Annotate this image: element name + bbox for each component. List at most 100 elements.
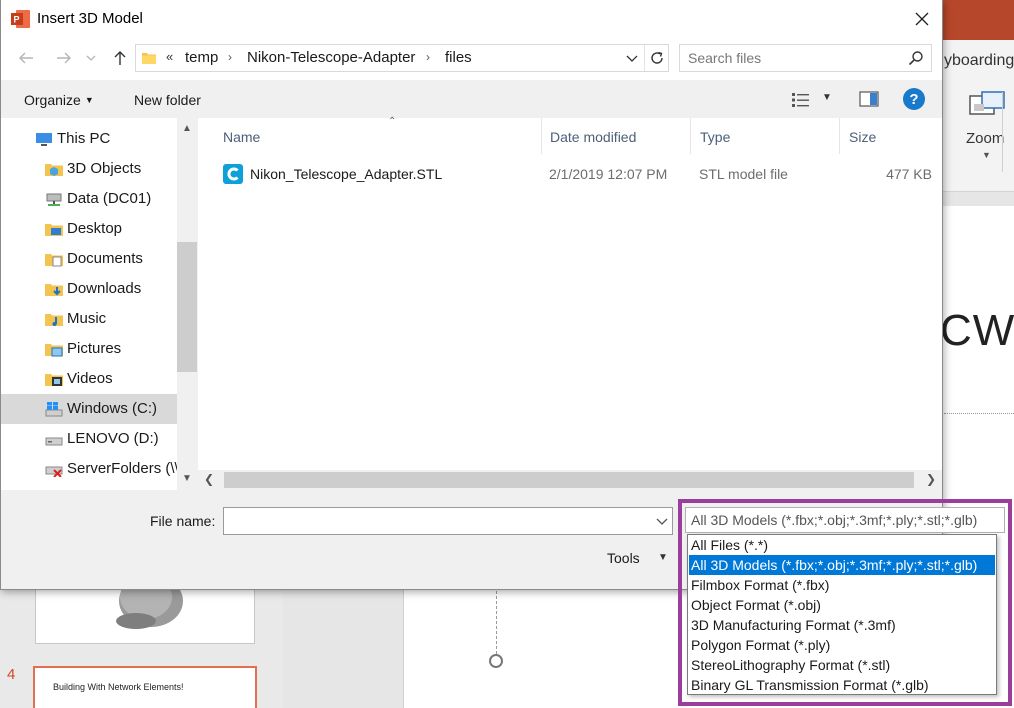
address-bar[interactable]: « temp › Nikon-Telescope-Adapter › files: [135, 44, 669, 72]
column-size-label: Size: [849, 129, 877, 145]
chevron-down-icon: [86, 55, 96, 61]
sidebar-item-music[interactable]: Music: [1, 304, 179, 334]
chevron-down-icon[interactable]: [656, 518, 668, 526]
zoom-chevron-down-icon: ▼: [982, 150, 991, 160]
tools-button[interactable]: Tools: [607, 550, 640, 566]
pictures-folder-icon: [45, 344, 63, 357]
filter-option[interactable]: StereoLithography Format (*.stl): [689, 655, 995, 675]
rotation-handle[interactable]: [489, 654, 503, 668]
arrow-left-icon: [19, 52, 33, 64]
refresh-icon: [650, 51, 663, 64]
tools-chevron-down-icon[interactable]: ▼: [658, 552, 668, 563]
sidebar-item-lenovo-d[interactable]: LENOVO (D:): [1, 424, 179, 454]
command-toolbar: Organize ▼ New folder ▼ ?: [1, 80, 942, 118]
navigation-pane[interactable]: This PC 3D Objects Data (DC01) Desktop Docum…: [1, 118, 197, 490]
sidebar-item-label: Videos: [67, 370, 113, 387]
breadcrumb-files[interactable]: files: [445, 49, 472, 66]
sidebar-item-videos[interactable]: Videos: [1, 364, 179, 394]
filter-option[interactable]: 3D Manufacturing Format (*.3mf): [689, 615, 995, 635]
column-header-type[interactable]: Type: [691, 118, 840, 154]
sidebar-item-3d-objects[interactable]: 3D Objects: [1, 154, 179, 184]
sidebar-item-serverfolders[interactable]: ServerFolders (\\: [1, 454, 179, 484]
zoom-icon: [969, 91, 1005, 115]
slide-placeholder-border: [944, 413, 1014, 414]
sidebar-item-label: Downloads: [67, 280, 142, 297]
file-type-filter-list[interactable]: All Files (*.*) All 3D Models (*.fbx;*.ob…: [687, 534, 997, 695]
scroll-left-arrow-icon[interactable]: ❮: [204, 472, 214, 486]
ppt-ribbon-tab-storyboarding[interactable]: yboarding: [944, 52, 1014, 70]
breadcrumb-nikon-telescope-adapter[interactable]: Nikon-Telescope-Adapter: [247, 49, 415, 66]
help-icon[interactable]: ?: [903, 88, 925, 110]
filter-option[interactable]: All 3D Models (*.fbx;*.obj;*.3mf;*.ply;*…: [689, 555, 995, 575]
file-name-input[interactable]: [228, 512, 648, 530]
organize-button[interactable]: Organize ▼: [24, 92, 94, 108]
dialog-title: Insert 3D Model: [37, 10, 143, 27]
close-button[interactable]: [899, 0, 942, 38]
breadcrumb-separator-icon[interactable]: ›: [426, 50, 430, 64]
downloads-folder-icon: [45, 284, 63, 296]
breadcrumb-temp[interactable]: temp: [185, 49, 218, 66]
file-size: 477 KB: [886, 166, 932, 182]
sidebar-item-label: This PC: [57, 130, 111, 147]
scroll-up-arrow-icon[interactable]: ▲: [177, 120, 197, 138]
view-options-chevron-down-icon[interactable]: ▼: [822, 92, 832, 103]
recent-locations-button[interactable]: [83, 44, 99, 72]
forward-button[interactable]: [51, 44, 77, 72]
chevron-down-icon: [626, 55, 638, 62]
sidebar-item-pictures[interactable]: Pictures: [1, 334, 179, 364]
sidebar-item-downloads[interactable]: Downloads: [1, 274, 179, 304]
new-folder-button[interactable]: New folder: [134, 92, 201, 108]
file-date-modified: 2/1/2019 12:07 PM: [549, 166, 668, 182]
breadcrumb-separator-icon[interactable]: ›: [228, 50, 232, 64]
sidebar-item-desktop[interactable]: Desktop: [1, 214, 179, 244]
chevron-down-icon: ▼: [84, 95, 94, 105]
back-button[interactable]: [13, 44, 39, 72]
zoom-button[interactable]: Zoom ▼: [960, 88, 1014, 168]
sidebar-item-label: Pictures: [67, 340, 122, 357]
scrollbar-thumb[interactable]: [224, 472, 914, 488]
filter-option[interactable]: Filmbox Format (*.fbx): [689, 575, 995, 595]
sidebar-item-label: Desktop: [67, 220, 123, 237]
preview-pane-icon[interactable]: [859, 91, 879, 107]
column-header-name[interactable]: Name ⌃: [214, 116, 542, 154]
file-name: Nikon_Telescope_Adapter.STL: [250, 166, 443, 182]
sidebar-item-windows-c[interactable]: Windows (C:): [1, 394, 179, 424]
up-button[interactable]: [107, 44, 133, 72]
file-type-filter-value: All 3D Models (*.fbx;*.obj;*.3mf;*.ply;*…: [691, 512, 978, 528]
search-box[interactable]: [679, 44, 932, 72]
change-view-icon[interactable]: [791, 92, 811, 108]
scroll-down-arrow-icon[interactable]: ▼: [177, 470, 197, 488]
music-folder-icon: [45, 314, 63, 326]
slide-thumbnail-4[interactable]: Building With Network Elements!: [33, 666, 257, 708]
slide-title-text[interactable]: CWC: [940, 306, 1014, 356]
column-header-size[interactable]: Size: [840, 118, 940, 154]
address-history-dropdown[interactable]: [624, 49, 640, 67]
filter-option[interactable]: Polygon Format (*.ply): [689, 635, 995, 655]
file-type: STL model file: [699, 166, 788, 182]
slide-number: 4: [7, 666, 16, 683]
desktop-folder-icon: [45, 224, 63, 236]
navigation-pane-scrollbar[interactable]: ▲ ▼: [177, 118, 197, 490]
windows-drive-icon: [45, 402, 63, 417]
scroll-right-arrow-icon[interactable]: ❯: [926, 472, 936, 486]
sidebar-item-data-dc01[interactable]: Data (DC01): [1, 184, 179, 214]
file-row[interactable]: Nikon_Telescope_Adapter.STL 2/1/2019 12:…: [218, 160, 938, 188]
filter-option[interactable]: Object Format (*.obj): [689, 595, 995, 615]
scrollbar-thumb[interactable]: [177, 242, 197, 372]
filter-option[interactable]: All Files (*.*): [689, 535, 995, 555]
file-list-horizontal-scrollbar[interactable]: ❮ ❯: [198, 470, 942, 490]
sidebar-item-this-pc[interactable]: This PC: [1, 124, 179, 154]
search-icon[interactable]: [908, 50, 924, 66]
filter-option[interactable]: Binary GL Transmission Format (*.glb): [689, 675, 995, 695]
file-type-filter-select[interactable]: All 3D Models (*.fbx;*.obj;*.3mf;*.ply;*…: [685, 507, 1005, 533]
refresh-button[interactable]: [644, 45, 668, 71]
sidebar-item-documents[interactable]: Documents: [1, 244, 179, 274]
breadcrumb-overflow[interactable]: «: [166, 49, 173, 64]
sidebar-item-label: Data (DC01): [67, 190, 152, 207]
file-name-combobox[interactable]: [223, 507, 673, 535]
search-input[interactable]: [688, 49, 898, 67]
slide-thumbnail-title: Building With Network Elements!: [53, 682, 184, 692]
file-list-pane[interactable]: Name ⌃ Date modified Type Size Nikon_Tel…: [198, 116, 942, 490]
column-name-label: Name: [223, 129, 261, 145]
column-header-date-modified[interactable]: Date modified: [541, 118, 691, 154]
